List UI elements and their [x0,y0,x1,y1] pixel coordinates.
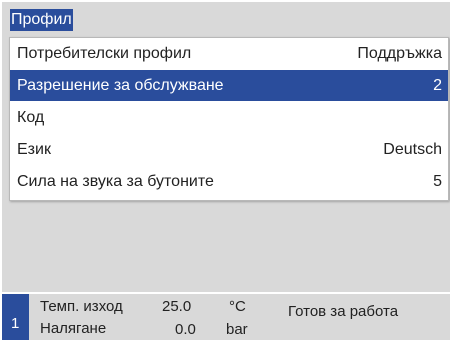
menu-item-value: Поддръжка [357,45,442,62]
menu-item-value: 5 [433,173,442,190]
channel-number: 1 [11,315,20,332]
menu-item-value: Deutsch [383,141,442,158]
device-screen: Профил Потребителски профил Поддръжка Ра… [2,2,450,340]
menu-item-value: 2 [433,77,442,94]
pressure-unit: bar [226,321,248,338]
menu-item-label: Разрешение за обслужване [17,77,224,94]
menu-item-code[interactable]: Код [10,102,448,133]
profile-menu: Потребителски профил Поддръжка Разрешени… [9,37,449,201]
channel-indicator: 1 [2,294,29,340]
outlet-temp-unit: °C [229,298,246,315]
menu-item-label: Потребителски профил [17,45,192,62]
menu-item-service-permission[interactable]: Разрешение за обслужване 2 [10,70,448,101]
pressure-label: Налягане [40,320,107,337]
menu-item-button-volume[interactable]: Сила на звука за бутоните 5 [10,166,448,197]
menu-item-label: Сила на звука за бутоните [17,173,214,190]
outlet-temp-label: Темп. изход [40,298,123,315]
menu-item-label: Език [17,141,51,158]
menu-item-language[interactable]: Език Deutsch [10,134,448,165]
status-message: Готов за работа [288,303,399,320]
menu-item-label: Код [17,109,45,126]
page-title: Профил [10,9,73,31]
status-bar: 1 Темп. изход 25.0 °C Налягане 0.0 bar Г… [2,292,450,340]
outlet-temp-value: 25.0 [162,298,192,315]
pressure-value: 0.0 [175,321,196,338]
title-bar: Профил [2,2,450,36]
menu-item-user-profile[interactable]: Потребителски профил Поддръжка [10,38,448,69]
